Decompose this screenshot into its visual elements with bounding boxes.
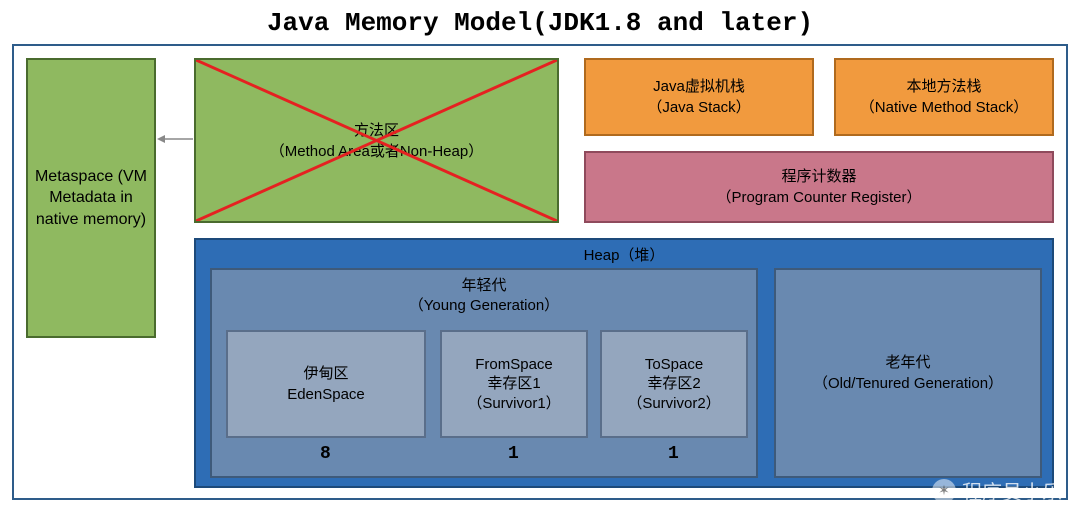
survivor2-box: ToSpace 幸存区2 （Survivor2） bbox=[600, 330, 748, 438]
method-area-line1: 方法区 bbox=[354, 120, 399, 141]
old-generation-box: 老年代 （Old/Tenured Generation） bbox=[774, 268, 1042, 478]
eden-box: 伊甸区 EdenSpace bbox=[226, 330, 426, 438]
watermark-text: 程序员小乐 bbox=[962, 476, 1062, 505]
young-gen-line2: （Young Generation） bbox=[212, 296, 756, 316]
survivor2-line1: ToSpace bbox=[645, 355, 703, 375]
survivor1-line2: 幸存区1 bbox=[487, 374, 540, 394]
native-stack-line1: 本地方法栈 bbox=[906, 76, 981, 97]
diagram-container: Metaspace (VM Metadata in native memory)… bbox=[12, 44, 1068, 500]
survivor2-line3: （Survivor2） bbox=[627, 394, 720, 414]
old-gen-line2: （Old/Tenured Generation） bbox=[813, 373, 1003, 394]
metaspace-box: Metaspace (VM Metadata in native memory) bbox=[26, 58, 156, 338]
ratio-s1: 1 bbox=[508, 444, 519, 464]
java-stack-line2: （Java Stack） bbox=[647, 97, 750, 118]
native-stack-box: 本地方法栈 （Native Method Stack） bbox=[834, 58, 1054, 136]
native-stack-line2: （Native Method Stack） bbox=[860, 97, 1028, 118]
wechat-icon: ✶ bbox=[932, 479, 956, 503]
method-area-line2: （Method Area或者Non-Heap） bbox=[270, 141, 483, 162]
survivor1-box: FromSpace 幸存区1 （Survivor1） bbox=[440, 330, 588, 438]
ratio-eden: 8 bbox=[320, 444, 331, 464]
survivor1-line3: （Survivor1） bbox=[467, 394, 560, 414]
pc-register-line2: （Program Counter Register） bbox=[716, 187, 921, 208]
young-gen-line1: 年轻代 bbox=[212, 276, 756, 296]
pc-register-line1: 程序计数器 bbox=[781, 166, 856, 187]
method-area-box: 方法区 （Method Area或者Non-Heap） bbox=[194, 58, 559, 223]
watermark: ✶ 程序员小乐 bbox=[932, 476, 1062, 505]
young-gen-title: 年轻代 （Young Generation） bbox=[212, 270, 756, 317]
ratio-s2: 1 bbox=[668, 444, 679, 464]
arrow-method-to-metaspace bbox=[157, 138, 193, 140]
diagram-title: Java Memory Model(JDK1.8 and later) bbox=[0, 0, 1080, 44]
eden-line1: 伊甸区 bbox=[303, 363, 348, 384]
old-gen-line1: 老年代 bbox=[885, 352, 930, 373]
metaspace-label: Metaspace (VM Metadata in native memory) bbox=[28, 166, 154, 231]
java-stack-line1: Java虚拟机栈 bbox=[653, 76, 745, 97]
eden-line2: EdenSpace bbox=[287, 384, 365, 405]
survivor2-line2: 幸存区2 bbox=[647, 374, 700, 394]
heap-box: Heap（堆） 年轻代 （Young Generation） 伊甸区 EdenS… bbox=[194, 238, 1054, 488]
pc-register-box: 程序计数器 （Program Counter Register） bbox=[584, 151, 1054, 223]
survivor1-line1: FromSpace bbox=[475, 355, 553, 375]
young-generation-box: 年轻代 （Young Generation） 伊甸区 EdenSpace Fro… bbox=[210, 268, 758, 478]
heap-title: Heap（堆） bbox=[196, 240, 1052, 269]
java-stack-box: Java虚拟机栈 （Java Stack） bbox=[584, 58, 814, 136]
